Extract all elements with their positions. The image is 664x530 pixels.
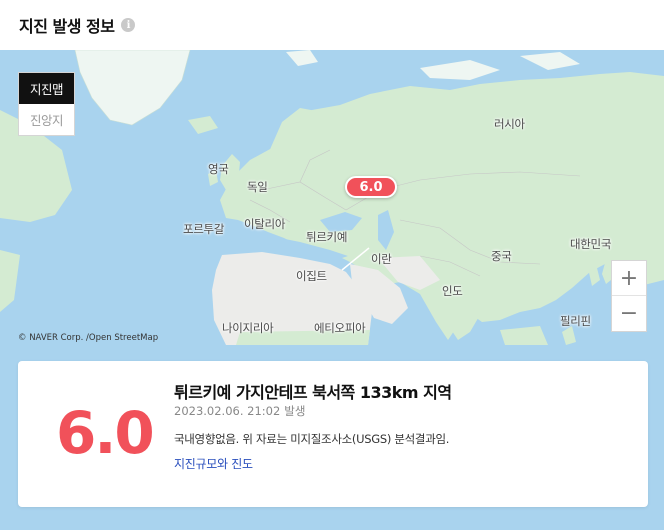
americas-south (0, 250, 20, 312)
time-suffix: 발생 (284, 404, 306, 418)
earthquake-marker[interactable]: 6.0 (345, 176, 397, 198)
earthquake-info-card: 6.0 튀르키예 가지안테프 북서쪽 133km 지역 2023.02.06. … (18, 361, 648, 507)
sea-asia (500, 326, 548, 345)
map-copyright: © NAVER Corp. /Open StreetMap (18, 333, 159, 343)
earthquake-time: 2023.02.06. 21:02 발생 (174, 403, 305, 419)
label-china: 중국 (491, 249, 512, 263)
label-turkiye: 튀르키예 (306, 230, 348, 244)
arctic-islands (286, 50, 318, 66)
label-philippines: 필리핀 (560, 314, 591, 328)
zoom-controls: + − (611, 260, 647, 332)
label-russia: 러시아 (494, 117, 525, 131)
earthquake-location: 튀르키예 가지안테프 북서쪽 133km 지역 (174, 383, 452, 402)
label-italy: 이탈리아 (244, 217, 286, 231)
label-uk: 영국 (208, 162, 229, 176)
label-egypt: 이집트 (296, 269, 327, 283)
label-germany: 독일 (247, 180, 268, 194)
map-graphic (0, 50, 664, 345)
arctic-islands-2 (420, 60, 500, 80)
map-mode-toggle: 지진맵 진앙지 (18, 72, 75, 136)
label-korea: 대한민국 (570, 237, 612, 251)
label-nigeria: 나이지리아 (222, 321, 274, 335)
label-portugal: 포르투갈 (183, 222, 225, 236)
mode-epicenter[interactable]: 진앙지 (19, 104, 74, 135)
header: 지진 발생 정보 i (0, 0, 664, 50)
page-title: 지진 발생 정보 (19, 17, 115, 36)
mode-earthquake-map[interactable]: 지진맵 (19, 73, 74, 104)
iceland-landmass (188, 116, 218, 134)
earthquake-map[interactable]: 러시아 영국 독일 포르투갈 이탈리아 튀르키예 이란 중국 대한민국 이집트 … (0, 50, 664, 345)
time-value: 2023.02.06. 21:02 (174, 404, 281, 418)
magnitude-value: 6.0 (56, 399, 155, 467)
greenland-landmass (74, 50, 191, 126)
arctic-islands-3 (520, 52, 580, 70)
info-icon[interactable]: i (121, 18, 136, 32)
magnitude-intensity-link[interactable]: 지진규모와 진도 (174, 455, 253, 472)
zoom-out-button[interactable]: − (612, 296, 646, 331)
earthquake-note: 국내영향없음. 위 자료는 미지질조사소(USGS) 분석결과임. (174, 432, 450, 446)
label-iran: 이란 (371, 252, 392, 266)
zoom-in-button[interactable]: + (612, 261, 646, 296)
label-ethiopia: 에티오피아 (314, 321, 366, 335)
label-india: 인도 (442, 284, 463, 298)
